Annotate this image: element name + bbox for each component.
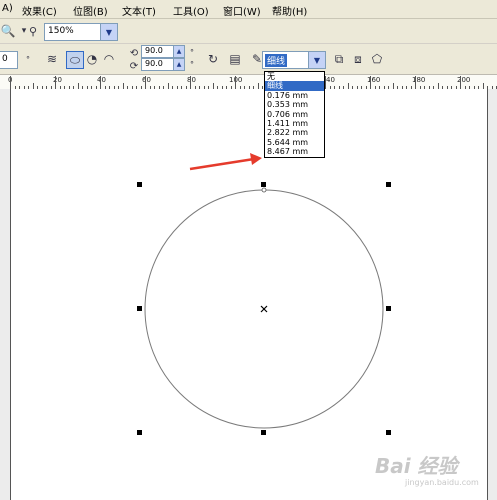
selection-handle-bottom[interactable] — [261, 430, 266, 435]
wrap-text-icon[interactable]: ▤ — [227, 51, 243, 67]
selection-handle-top[interactable] — [261, 182, 266, 187]
position-field[interactable]: 0 — [0, 51, 18, 69]
zoom-level-combo[interactable]: 150% ▼ — [44, 23, 118, 41]
group-icon[interactable]: ⧈ — [350, 51, 366, 67]
arc-icon[interactable]: ◠ — [101, 51, 117, 67]
selection-handle-top-left[interactable] — [137, 182, 142, 187]
ellipse-mode-icon[interactable]: ≋ — [44, 51, 60, 67]
ruler-label: 180 — [412, 76, 426, 84]
selection-handle-top-right[interactable] — [386, 182, 391, 187]
horizontal-ruler[interactable]: 0 20 40 60 80 100 40 160 180 200 — [0, 74, 497, 90]
spin-icon[interactable]: ▲ — [173, 46, 184, 57]
zoom-level-value: 150% — [48, 26, 74, 36]
ruler-tick — [325, 76, 326, 89]
ruler-label: 60 — [142, 76, 151, 84]
property-bar: 0 ° ≋ ⬭ ◔ ◠ ⟲ 90.0 ▲ ° ⟳ 90.0 ▲ ° ↻ ▤ ✎ … — [0, 44, 497, 74]
menu-bar: A) 效果(C) 位图(B) 文本(T) 工具(O) 窗口(W) 帮助(H) — [0, 0, 497, 19]
dropdown-option-hairline[interactable]: 细线 — [265, 81, 324, 91]
menu-item-text[interactable]: 文本(T) — [122, 3, 156, 18]
selection-handle-left[interactable] — [137, 306, 142, 311]
ruler-tick — [190, 76, 191, 89]
ruler-tick — [415, 76, 416, 89]
dropdown-option[interactable]: 0.353 mm — [265, 100, 324, 109]
standard-toolbar: 🔍 ▾ ⚲ 150% ▼ — [0, 19, 497, 44]
dropdown-option-none[interactable]: 无 — [265, 72, 324, 81]
pie-icon[interactable]: ◔ — [84, 51, 100, 67]
ruler-label: 80 — [187, 76, 196, 84]
menu-item-tools[interactable]: 工具(O) — [173, 3, 209, 18]
outline-width-value: 细线 — [265, 54, 288, 67]
menu-item-effects[interactable]: 效果(C) — [22, 3, 57, 18]
ruler-tick — [10, 76, 11, 89]
center-marker[interactable] — [260, 305, 268, 313]
dropdown-option[interactable]: 5.644 mm — [265, 138, 324, 147]
outline-width-dropdown[interactable]: 无 细线 0.176 mm 0.353 mm 0.706 mm 1.411 mm… — [264, 71, 325, 158]
selection-handle-right[interactable] — [386, 306, 391, 311]
ruler-tick — [55, 76, 56, 89]
menu-item-help[interactable]: 帮助(H) — [272, 3, 307, 18]
drawing-layer — [144, 153, 384, 429]
ruler-label: 40 — [97, 76, 106, 84]
end-angle-value: 90.0 — [145, 59, 163, 68]
selection-handle-bottom-right[interactable] — [386, 430, 391, 435]
ellipse-icon[interactable]: ⬭ — [66, 51, 84, 69]
start-angle-value: 90.0 — [145, 46, 163, 55]
dropdown-option[interactable]: 0.176 mm — [265, 91, 324, 100]
end-angle-field[interactable]: 90.0 ▲ — [141, 58, 185, 71]
start-angle-field[interactable]: 90.0 ▲ — [141, 45, 185, 58]
menu-item-arrange[interactable]: A) — [2, 3, 13, 14]
ruler-tick — [145, 76, 146, 89]
watermark-logo: Bai 经验 — [375, 454, 458, 478]
shape-icon[interactable]: ⬠ — [369, 51, 385, 67]
ruler-tick — [100, 76, 101, 89]
ruler-tick — [460, 76, 461, 89]
node-handle[interactable] — [261, 187, 267, 193]
dropdown-option[interactable]: 2.822 mm — [265, 128, 324, 137]
menu-item-window[interactable]: 窗口(W) — [223, 3, 261, 18]
zoom-icon[interactable]: 🔍 — [0, 23, 16, 39]
dropdown-option[interactable]: 1.411 mm — [265, 119, 324, 128]
position-value: 0 — [2, 54, 8, 64]
ruler-label: 200 — [457, 76, 471, 84]
ruler-label: 40 — [326, 76, 335, 84]
degree-icon: ° — [190, 59, 194, 69]
convert-to-curves-icon[interactable]: ⧉ — [331, 51, 347, 67]
end-angle-icon: ⟳ — [129, 60, 139, 72]
degree-icon: ° — [26, 54, 30, 64]
direction-icon[interactable]: ↻ — [205, 51, 221, 67]
ruler-tick — [235, 76, 236, 89]
dropdown-option[interactable]: 8.467 mm — [265, 147, 324, 156]
annotation-arrow — [189, 153, 262, 171]
drawing-canvas[interactable] — [0, 89, 497, 500]
outline-width-combo[interactable]: 细线 ▼ — [262, 51, 326, 69]
zoom-tool-icon[interactable]: ⚲ — [25, 23, 41, 39]
chevron-down-icon[interactable]: ▼ — [100, 24, 117, 40]
menu-item-bitmaps[interactable]: 位图(B) — [73, 3, 108, 18]
ruler-label: 160 — [367, 76, 381, 84]
spin-icon[interactable]: ▲ — [173, 59, 184, 70]
dropdown-option[interactable]: 0.706 mm — [265, 110, 324, 119]
watermark-url: jingyan.baidu.com — [405, 478, 479, 487]
ruler-tick — [370, 76, 371, 89]
selection-handle-bottom-left[interactable] — [137, 430, 142, 435]
chevron-down-icon[interactable]: ▼ — [308, 52, 325, 68]
